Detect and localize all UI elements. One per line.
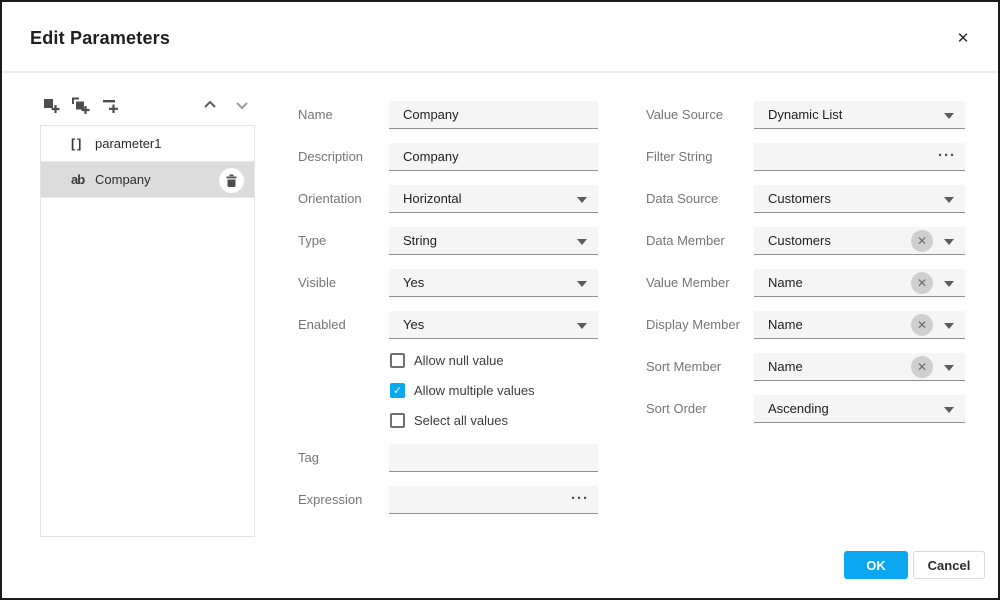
- filter-string-label: Filter String: [646, 143, 712, 171]
- add-parameter-group-icon[interactable]: [71, 96, 91, 116]
- checkbox-label: Select all values: [414, 412, 508, 430]
- sort-member-select[interactable]: Name ✕: [754, 353, 965, 381]
- chevron-down-icon: [944, 113, 954, 119]
- chevron-down-icon: [944, 365, 954, 371]
- clear-icon[interactable]: ✕: [911, 314, 933, 336]
- data-member-select[interactable]: Customers ✕: [754, 227, 965, 255]
- orientation-select[interactable]: Horizontal: [389, 185, 598, 213]
- enabled-select[interactable]: Yes: [389, 311, 598, 339]
- dialog-title: Edit Parameters: [30, 28, 170, 49]
- clear-icon[interactable]: ✕: [911, 356, 933, 378]
- description-label: Description: [298, 143, 363, 171]
- clear-icon[interactable]: ✕: [911, 272, 933, 294]
- checkbox-box[interactable]: ✓: [390, 383, 405, 398]
- expression-input[interactable]: ···: [389, 486, 598, 514]
- list-item-company[interactable]: abCompany: [41, 162, 254, 198]
- display-member-label: Display Member: [646, 311, 740, 339]
- move-down-icon[interactable]: [234, 98, 252, 112]
- trash-icon: [225, 173, 238, 188]
- chevron-down-icon: [944, 239, 954, 245]
- close-icon[interactable]: ✕: [952, 28, 974, 50]
- sort-member-label: Sort Member: [646, 353, 721, 381]
- checkbox-label: Allow multiple values: [414, 382, 535, 400]
- chevron-down-icon: [577, 323, 587, 329]
- filter-string-input[interactable]: ···: [754, 143, 965, 171]
- name-label: Name: [298, 101, 333, 129]
- ok-button[interactable]: OK: [844, 551, 908, 579]
- chevron-down-icon: [577, 239, 587, 245]
- name-input[interactable]: Company: [389, 101, 598, 129]
- list-item-parameter1[interactable]: [ ]parameter1: [41, 126, 254, 162]
- parameter-name: parameter1: [95, 136, 161, 151]
- data-source-select[interactable]: Customers: [754, 185, 965, 213]
- string-parameter-icon: ab: [71, 162, 95, 198]
- add-separator-icon[interactable]: [101, 96, 121, 116]
- edit-parameters-dialog: Edit Parameters ✕: [0, 0, 1000, 600]
- ellipsis-icon[interactable]: ···: [571, 486, 589, 514]
- data-member-label: Data Member: [646, 227, 725, 255]
- dialog-header: Edit Parameters ✕: [2, 2, 998, 73]
- parameter-list-toolbar: [40, 96, 254, 120]
- parameter-name: Company: [95, 172, 151, 187]
- clear-icon[interactable]: ✕: [911, 230, 933, 252]
- check-icon: ✓: [392, 385, 403, 397]
- checkbox-box[interactable]: ✓: [390, 353, 405, 368]
- sort-order-select[interactable]: Ascending: [754, 395, 965, 423]
- chevron-down-icon: [944, 407, 954, 413]
- cancel-button[interactable]: Cancel: [913, 551, 985, 579]
- expression-parameter-icon: [ ]: [71, 126, 95, 162]
- parameter-list: [ ]parameter1 abCompany: [40, 125, 255, 537]
- data-source-label: Data Source: [646, 185, 718, 213]
- display-member-select[interactable]: Name ✕: [754, 311, 965, 339]
- checkbox-box[interactable]: ✓: [390, 413, 405, 428]
- value-member-select[interactable]: Name ✕: [754, 269, 965, 297]
- tag-label: Tag: [298, 444, 319, 472]
- orientation-label: Orientation: [298, 185, 362, 213]
- type-label: Type: [298, 227, 326, 255]
- ellipsis-icon[interactable]: ···: [938, 143, 956, 171]
- chevron-down-icon: [944, 197, 954, 203]
- value-member-label: Value Member: [646, 269, 730, 297]
- visible-select[interactable]: Yes: [389, 269, 598, 297]
- sort-order-label: Sort Order: [646, 395, 707, 423]
- description-input[interactable]: Company: [389, 143, 598, 171]
- chevron-down-icon: [577, 197, 587, 203]
- expression-label: Expression: [298, 486, 362, 514]
- chevron-down-icon: [577, 281, 587, 287]
- chevron-down-icon: [944, 323, 954, 329]
- tag-input[interactable]: [389, 444, 598, 472]
- value-source-label: Value Source: [646, 101, 723, 129]
- enabled-label: Enabled: [298, 311, 346, 339]
- visible-label: Visible: [298, 269, 336, 297]
- move-up-icon[interactable]: [202, 98, 220, 112]
- type-select[interactable]: String: [389, 227, 598, 255]
- chevron-down-icon: [944, 281, 954, 287]
- value-source-select[interactable]: Dynamic List: [754, 101, 965, 129]
- add-parameter-icon[interactable]: [42, 96, 62, 116]
- delete-parameter-button[interactable]: [219, 168, 244, 193]
- checkbox-label: Allow null value: [414, 352, 504, 370]
